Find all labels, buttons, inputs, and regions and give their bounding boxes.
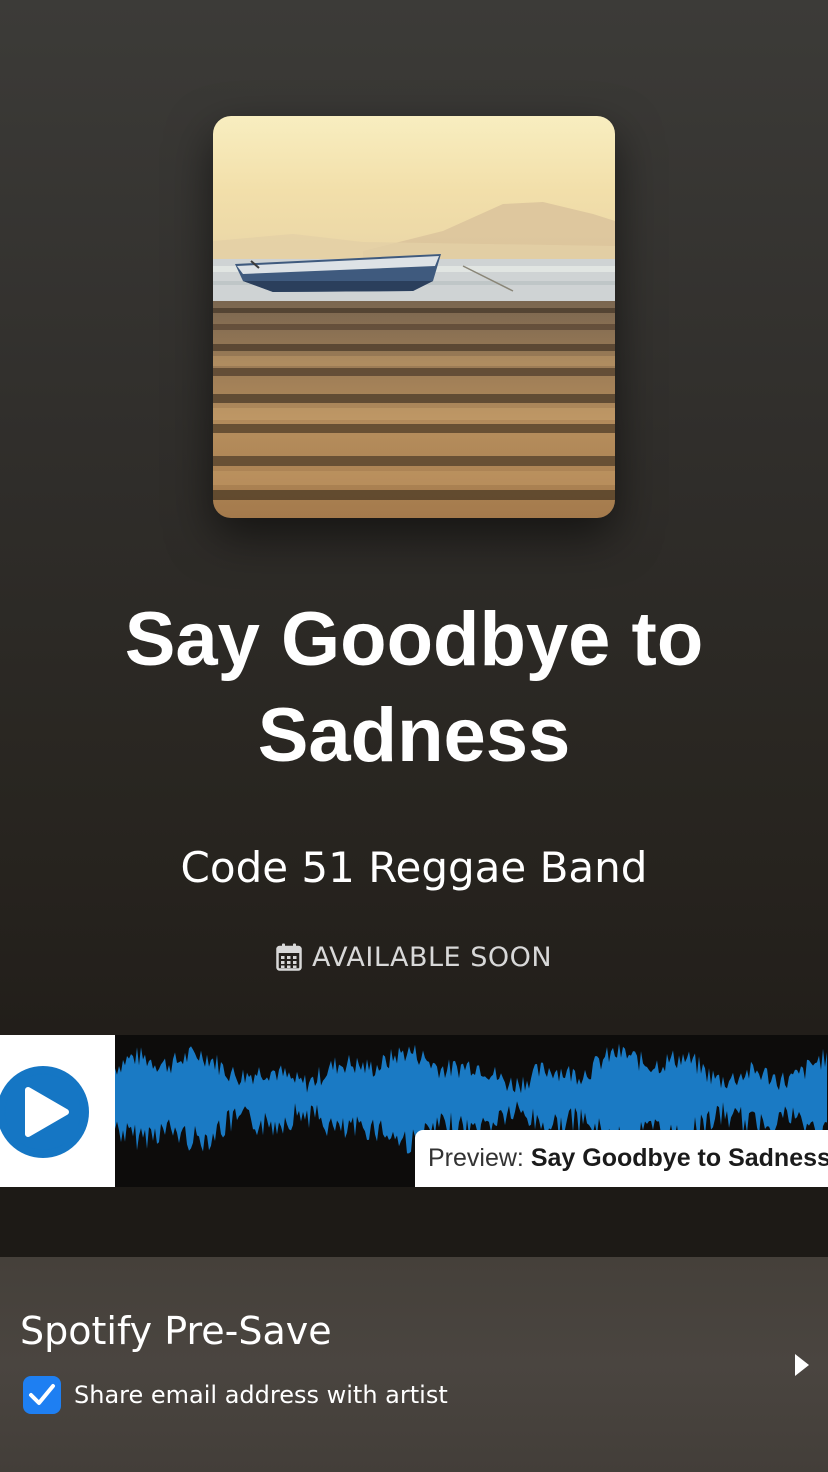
- release-status: AVAILABLE SOON: [0, 938, 828, 983]
- presave-title: Spotify Pre-Save: [20, 1309, 332, 1353]
- play-button[interactable]: [0, 1035, 115, 1187]
- release-title: Say Goodbye to Sadness: [124, 597, 704, 778]
- calendar-icon: [276, 943, 302, 983]
- audio-preview-player: Preview: Say Goodbye to Sadness: [0, 1035, 828, 1187]
- album-artwork: [213, 116, 615, 518]
- share-email-checkbox[interactable]: [23, 1376, 61, 1414]
- spacer-band: [0, 1187, 828, 1257]
- checkmark-icon: [29, 1384, 55, 1405]
- play-icon: [0, 1066, 89, 1158]
- chevron-right-icon[interactable]: [792, 1352, 812, 1378]
- share-email-row: Share email address with artist: [23, 1376, 448, 1414]
- preview-label: Preview: Say Goodbye to Sadness: [415, 1130, 828, 1187]
- preview-track-title: Say Goodbye to Sadness: [530, 1144, 828, 1172]
- preview-prefix: Preview:: [428, 1144, 524, 1172]
- album-artwork-image: [213, 116, 615, 518]
- spotify-presave-option[interactable]: Spotify Pre-Save Share email address wit…: [0, 1257, 828, 1472]
- artist-name: Code 51 Reggae Band: [180, 843, 648, 892]
- share-email-label: Share email address with artist: [74, 1381, 448, 1409]
- release-status-label: AVAILABLE SOON: [311, 942, 553, 973]
